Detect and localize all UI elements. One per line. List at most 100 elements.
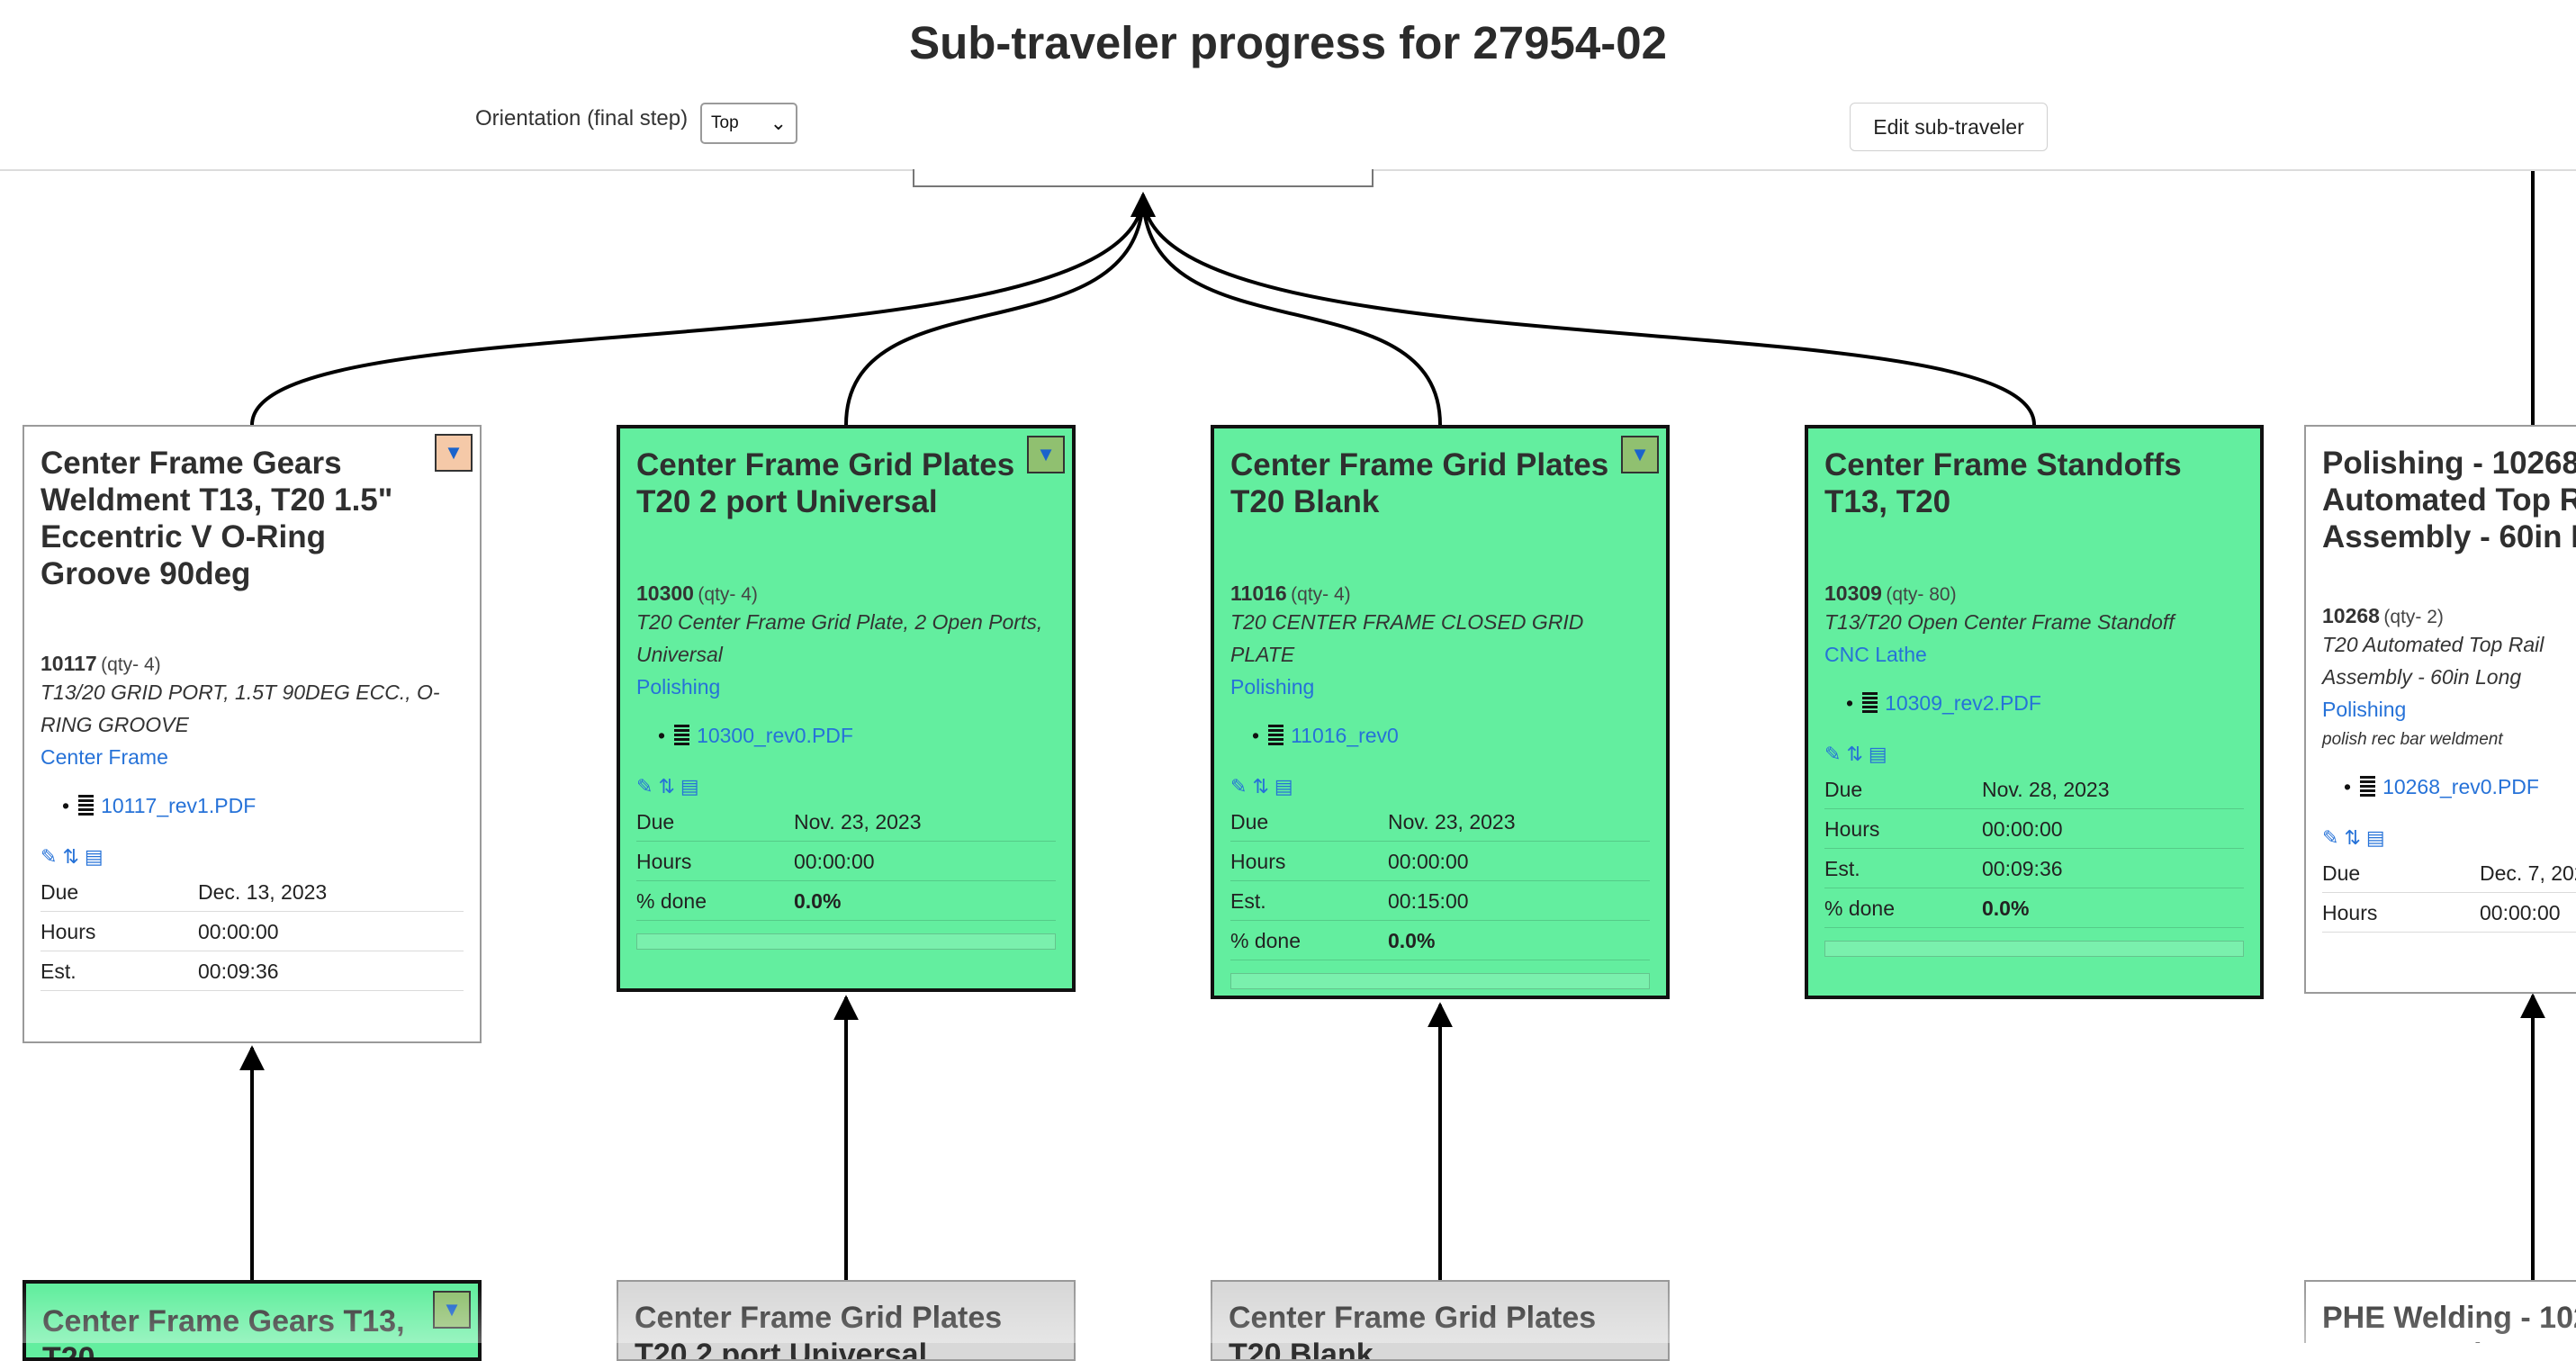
- card-title: Polishing - 10268 Automated Top Rail Ass…: [2322, 446, 2576, 554]
- hours-value: 00:00:00: [198, 911, 464, 951]
- due-value: Nov. 28, 2023: [1982, 770, 2244, 809]
- est-label: Est.: [1824, 848, 1982, 888]
- step-card[interactable]: ▼ Center Frame Grid Plates T20 2 port Un…: [617, 425, 1076, 992]
- ordered-list-icon[interactable]: ⇅: [2344, 826, 2365, 849]
- step-card[interactable]: Center Frame Grid Plates T20 Blank: [1211, 1280, 1670, 1361]
- table-icon[interactable]: ▤: [1274, 775, 1299, 798]
- file-link[interactable]: 10268_rev0.PDF: [2382, 775, 2539, 798]
- pct-label: % done: [1230, 920, 1388, 960]
- card-details-table: Due Nov. 23, 2023 Hours 00:00:00 % done 0.0…: [636, 802, 1056, 921]
- step-card[interactable]: Center Frame Grid Plates T20 2 port Univ…: [617, 1280, 1076, 1361]
- hours-label: Hours: [41, 911, 198, 951]
- est-value: 00:15:00: [1388, 880, 1650, 921]
- est-label: Est.: [1230, 880, 1388, 921]
- department-link[interactable]: Polishing: [1230, 671, 1650, 703]
- due-label: Due: [1824, 770, 1982, 809]
- file-item: • 10300_rev0.PDF: [658, 724, 853, 747]
- part-description: T20 Automated Top Rail Assembly - 60in L…: [2322, 633, 2544, 689]
- hours-value: 00:00:00: [1388, 841, 1650, 881]
- ordered-list-icon[interactable]: ⇅: [1252, 775, 1274, 798]
- pencil-icon[interactable]: ✎: [1230, 775, 1252, 798]
- file-link[interactable]: 10117_rev1.PDF: [101, 794, 256, 817]
- hours-label: Hours: [636, 841, 794, 881]
- card-title: Center Frame Grid Plates T20 Blank: [1230, 447, 1609, 519]
- part-description: T20 Center Frame Grid Plate, 2 Open Port…: [636, 610, 1043, 666]
- file-item: • 10117_rev1.PDF: [62, 794, 257, 817]
- part-number: 10117: [41, 652, 97, 675]
- pencil-icon[interactable]: ✎: [2322, 826, 2344, 849]
- progress-bar: [1824, 941, 2244, 957]
- pencil-icon[interactable]: ✎: [636, 775, 658, 798]
- pct-value: 0.0%: [794, 880, 1056, 921]
- card-details-table: Due Nov. 23, 2023 Hours 00:00:00 Est. 00:15…: [1230, 802, 1650, 960]
- pct-label: % done: [1824, 888, 1982, 928]
- step-card[interactable]: ▼ Center Frame Grid Plates T20 Blank 110…: [1211, 425, 1670, 999]
- progress-bar: [1230, 973, 1650, 989]
- table-icon[interactable]: ▤: [85, 845, 109, 868]
- expand-triangle-icon[interactable]: ▼: [1027, 436, 1065, 473]
- department-link[interactable]: Polishing: [636, 671, 1056, 703]
- part-number: 11016: [1230, 581, 1287, 605]
- qty: (qty- 80): [1886, 584, 1957, 605]
- card-title: Center Frame Grid Plates T20 Blank: [1229, 1301, 1597, 1361]
- file-item: • 11016_rev0: [1252, 724, 1399, 747]
- table-icon[interactable]: ▤: [680, 775, 705, 798]
- hours-label: Hours: [2322, 892, 2480, 933]
- ordered-list-icon[interactable]: ⇅: [1846, 743, 1868, 765]
- document-icon: [2360, 776, 2376, 798]
- expand-triangle-icon[interactable]: ▼: [433, 1291, 471, 1329]
- card-title: Center Frame Standoffs T13, T20: [1824, 447, 2182, 519]
- step-card[interactable]: ▼ Center Frame Gears Weldment T13, T20 1…: [23, 425, 482, 1043]
- pencil-icon[interactable]: ✎: [1824, 743, 1846, 765]
- card-title: Center Frame Gears T13, T20: [42, 1304, 405, 1361]
- step-card[interactable]: Center Frame Standoffs T13, T20 10309 (q…: [1805, 425, 2264, 999]
- file-item: • 10309_rev2.PDF: [1846, 691, 2041, 715]
- department-link[interactable]: CNC Lathe: [1824, 638, 2244, 671]
- expand-triangle-icon[interactable]: ▼: [435, 434, 473, 472]
- department-link[interactable]: Polishing: [2322, 693, 2576, 726]
- due-label: Due: [41, 872, 198, 912]
- card-actions: ✎⇅▤: [41, 845, 464, 872]
- table-icon[interactable]: ▤: [2366, 826, 2391, 849]
- ordered-list-icon[interactable]: ⇅: [62, 845, 84, 868]
- step-note: polish rec bar weldment: [2322, 730, 2503, 749]
- file-link[interactable]: 10309_rev2.PDF: [1885, 691, 2041, 715]
- pencil-icon[interactable]: ✎: [41, 845, 62, 868]
- card-title: Center Frame Grid Plates T20 2 port Univ…: [635, 1301, 1003, 1361]
- est-value: 00:09:36: [1982, 848, 2244, 888]
- table-icon[interactable]: ▤: [1869, 743, 1893, 765]
- department-link[interactable]: Center Frame: [41, 741, 464, 773]
- expand-triangle-icon[interactable]: ▼: [1621, 436, 1659, 473]
- part-description: T13/20 GRID PORT, 1.5T 90DEG ECC., O-RIN…: [41, 680, 440, 736]
- part-number: 10300: [636, 581, 694, 605]
- part-number: 10268: [2322, 604, 2380, 627]
- card-clip: PHE Welding - 10268 Automated Top Rail: [2304, 1280, 2576, 1343]
- step-card[interactable]: Polishing - 10268 Automated Top Rail Ass…: [2304, 425, 2576, 994]
- card-title: PHE Welding - 10268 Automated Top Rail: [2322, 1301, 2576, 1343]
- document-icon: [78, 795, 95, 816]
- step-card[interactable]: PHE Welding - 10268 Automated Top Rail: [2304, 1280, 2576, 1343]
- due-value: Nov. 23, 2023: [794, 802, 1056, 842]
- document-icon: [674, 725, 690, 746]
- pct-value: 0.0%: [1388, 920, 1650, 960]
- file-item: • 10268_rev0.PDF: [2344, 775, 2539, 798]
- due-value: Nov. 23, 2023: [1388, 802, 1650, 842]
- document-icon: [1268, 725, 1284, 746]
- progress-bar: [636, 933, 1056, 950]
- hours-label: Hours: [1230, 841, 1388, 881]
- file-link[interactable]: 11016_rev0: [1291, 724, 1399, 747]
- due-value: Dec. 7, 2023: [2480, 853, 2576, 893]
- step-card[interactable]: ▼ Center Frame Gears T13, T20: [23, 1280, 482, 1361]
- due-label: Due: [636, 802, 794, 842]
- card-title: Center Frame Gears Weldment T13, T20 1.5…: [41, 446, 393, 591]
- pct-label: % done: [636, 880, 794, 921]
- ordered-list-icon[interactable]: ⇅: [658, 775, 680, 798]
- hours-value: 00:00:00: [1982, 808, 2244, 849]
- file-link[interactable]: 10300_rev0.PDF: [697, 724, 853, 747]
- pct-value: 0.0%: [1982, 888, 2244, 928]
- part-description: T13/T20 Open Center Frame Standoff: [1824, 610, 2175, 634]
- hours-value: 00:00:00: [794, 841, 1056, 881]
- hours-label: Hours: [1824, 808, 1982, 849]
- hours-value: 00:00:00: [2480, 892, 2576, 933]
- part-description: T20 CENTER FRAME CLOSED GRID PLATE: [1230, 610, 1584, 666]
